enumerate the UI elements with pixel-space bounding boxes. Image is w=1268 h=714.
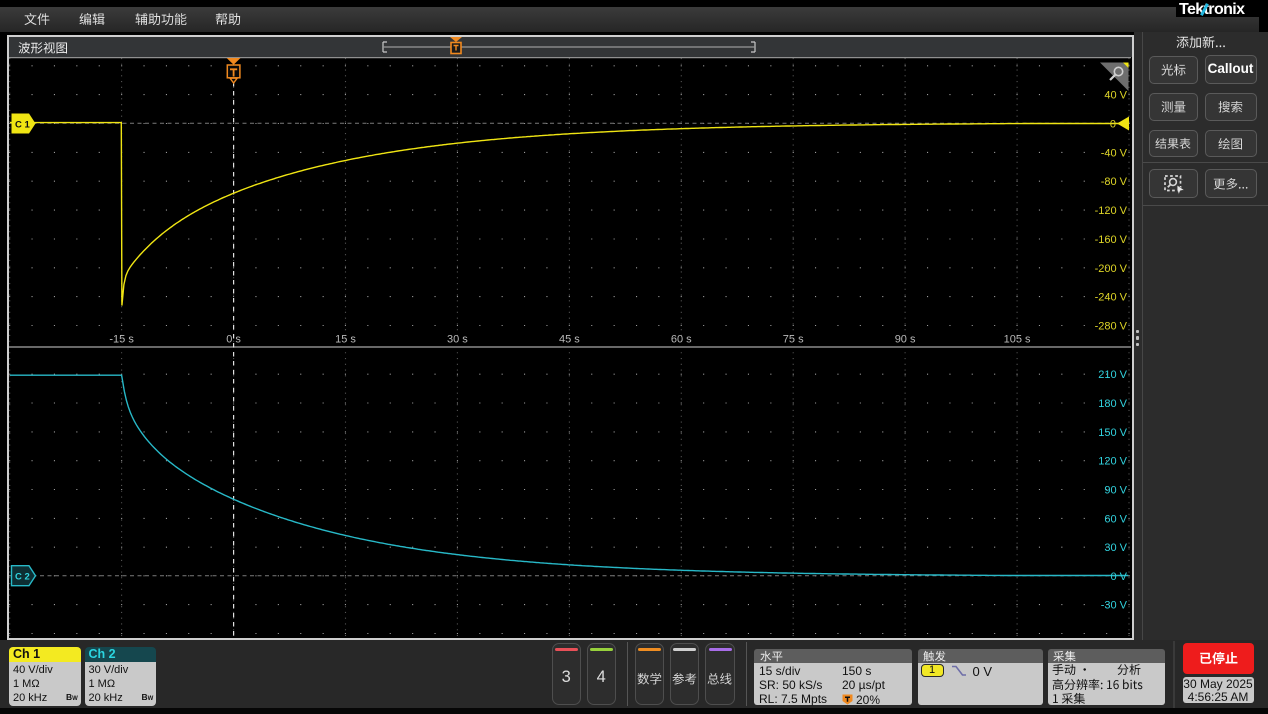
svg-text:0: 0: [1110, 119, 1116, 131]
svg-text:-280 V: -280 V: [1095, 321, 1128, 333]
svg-text:180 V: 180 V: [1098, 398, 1127, 410]
svg-text:-160 V: -160 V: [1095, 234, 1128, 246]
svg-text:30 V: 30 V: [1104, 542, 1127, 554]
svg-text:60 s: 60 s: [671, 334, 692, 346]
svg-text:60 V: 60 V: [1104, 513, 1127, 525]
svg-text:90 V: 90 V: [1104, 485, 1127, 497]
svg-text:0 V: 0 V: [1110, 571, 1127, 583]
svg-text:0 s: 0 s: [226, 334, 241, 346]
svg-text:-15 s: -15 s: [109, 334, 134, 346]
svg-text:-200 V: -200 V: [1095, 263, 1128, 275]
svg-text:75 s: 75 s: [783, 334, 804, 346]
svg-text:-80 V: -80 V: [1101, 176, 1128, 188]
svg-text:40 V: 40 V: [1104, 90, 1127, 102]
svg-text:C 2: C 2: [15, 572, 30, 583]
svg-text:120 V: 120 V: [1098, 456, 1127, 468]
svg-text:C 1: C 1: [15, 119, 31, 130]
svg-text:90 s: 90 s: [895, 334, 916, 346]
svg-text:-240 V: -240 V: [1095, 292, 1128, 304]
svg-text:210 V: 210 V: [1098, 369, 1127, 381]
svg-text:105 s: 105 s: [1004, 334, 1031, 346]
svg-text:-40 V: -40 V: [1101, 147, 1128, 159]
svg-text:15 s: 15 s: [335, 334, 356, 346]
svg-text:30 s: 30 s: [447, 334, 468, 346]
svg-text:-30 V: -30 V: [1101, 600, 1128, 612]
svg-text:45 s: 45 s: [559, 334, 580, 346]
svg-text:-120 V: -120 V: [1095, 205, 1128, 217]
svg-text:150 V: 150 V: [1098, 427, 1127, 439]
